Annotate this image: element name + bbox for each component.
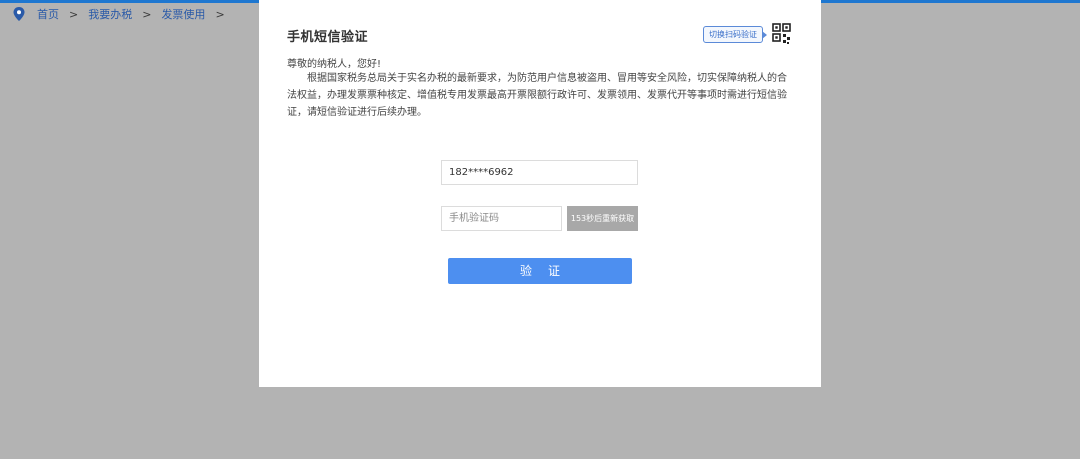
breadcrumb-home[interactable]: 首页 [37, 6, 59, 22]
sms-code-input[interactable] [441, 206, 562, 231]
breadcrumb-separator: > [142, 7, 152, 21]
breadcrumb-separator: > [215, 7, 225, 21]
verify-button[interactable]: 验证 [448, 258, 632, 284]
sms-verification-dialog: 手机短信验证 切换扫码验证 尊敬的纳税人，您好! 根据国家税务总局关于实名办税的… [259, 0, 821, 387]
dialog-title: 手机短信验证 [287, 30, 369, 45]
breadcrumb-tax-service[interactable]: 我要办税 [88, 6, 132, 22]
verification-notice: 根据国家税务总局关于实名办税的最新要求，为防范用户信息被盗用、冒用等安全风险，切… [287, 73, 787, 118]
breadcrumb-invoice-use[interactable]: 发票使用 [161, 6, 205, 22]
phone-number-field[interactable] [441, 160, 638, 185]
switch-qr-verify-button[interactable]: 切换扫码验证 [703, 26, 767, 43]
qr-code-icon[interactable] [767, 21, 793, 47]
location-pin-icon [13, 7, 25, 21]
greeting-text: 尊敬的纳税人，您好! [287, 59, 382, 70]
breadcrumb-separator: > [69, 7, 79, 21]
resend-code-button[interactable]: 153秒后重新获取 [567, 206, 638, 231]
